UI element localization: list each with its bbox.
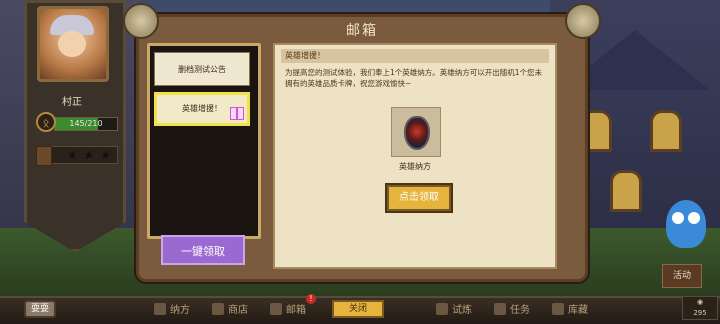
- level-rune-icon: ᛟ: [36, 112, 56, 132]
- owl-mascot-icon[interactable]: [666, 200, 706, 248]
- hero-xp-row: 145/210 ᛟ: [36, 112, 118, 132]
- activity-button[interactable]: 活动: [662, 264, 702, 288]
- nav-item-label: 商店: [228, 305, 248, 316]
- mail-list: 删档测试公告 英雄增援！: [147, 43, 261, 239]
- hero-cauldron-icon: [404, 116, 430, 150]
- shop-icon: [212, 303, 224, 315]
- nav-item-task[interactable]: 任务: [494, 303, 530, 319]
- mail-heading: 英雄增援！: [281, 49, 549, 63]
- mail-body: 为提高您的测试体验，我们奉上1个英雄纳方。英雄纳方可以开出随机1个您未拥有的英雄…: [285, 68, 543, 88]
- bottom-nav-bar: 纳方 商店 邮箱 ! 关闭 试炼 任务 库藏: [0, 294, 720, 324]
- corner-ornament-icon: [565, 3, 601, 39]
- coins-counter: ◉ 295: [682, 296, 718, 320]
- reward-item-name: 英雄纳方: [399, 162, 431, 171]
- dialog-title-bar: 邮箱: [139, 17, 585, 45]
- reward-item-slot[interactable]: [391, 107, 441, 157]
- mail-dialog: 邮箱 删档测试公告 英雄增援！ 一键领取 英雄增援！ 为提高您的测试体验，我们奉…: [123, 3, 601, 282]
- nav-item-label: 纳方: [170, 305, 190, 316]
- nav-item-label: 邮箱: [286, 305, 306, 316]
- star-icon: ★: [83, 148, 95, 162]
- mail-badge: !: [306, 294, 316, 304]
- task-icon: [494, 303, 506, 315]
- mail-icon: [270, 303, 282, 315]
- coin-icon: ◉: [696, 298, 704, 306]
- trial-icon: [436, 303, 448, 315]
- nav-item-storage[interactable]: 库藏: [552, 303, 588, 319]
- book-icon[interactable]: [36, 146, 52, 166]
- cauldron-icon: [154, 303, 166, 315]
- xp-bar: 145/210: [54, 117, 118, 131]
- xp-text: 145/210: [69, 119, 103, 128]
- storage-icon: [552, 303, 564, 315]
- star-icon: ★: [66, 148, 78, 162]
- star-icon: ★: [100, 148, 111, 162]
- mail-content: 英雄增援！ 为提高您的测试体验，我们奉上1个英雄纳方。英雄纳方可以开出随机1个您…: [273, 43, 557, 269]
- nav-item-cauldron[interactable]: 纳方: [154, 303, 190, 319]
- dialog-title: 邮箱: [346, 23, 378, 39]
- chat-button[interactable]: 耍耍: [24, 300, 56, 318]
- mail-list-item-label: 英雄增援！: [182, 104, 222, 113]
- close-button[interactable]: 关闭: [332, 300, 384, 318]
- hero-name: 村正: [62, 97, 82, 108]
- nav-item-mail[interactable]: 邮箱: [270, 303, 306, 319]
- corner-ornament-icon: [123, 3, 159, 39]
- gift-icon: [230, 107, 244, 120]
- nav-item-label: 库藏: [568, 305, 588, 316]
- coins-text: 295: [693, 309, 707, 317]
- claim-button[interactable]: 点击领取: [385, 183, 453, 213]
- nav-item-label: 试炼: [452, 305, 472, 316]
- hero-portrait[interactable]: [37, 6, 109, 82]
- mail-list-item-selected[interactable]: 英雄增援！: [154, 92, 250, 126]
- nav-item-label: 任务: [510, 305, 530, 316]
- collect-all-button[interactable]: 一键领取: [161, 235, 245, 265]
- mail-list-item[interactable]: 删档测试公告: [154, 52, 250, 86]
- nav-item-shop[interactable]: 商店: [212, 303, 248, 319]
- nav-item-trial[interactable]: 试炼: [436, 303, 472, 319]
